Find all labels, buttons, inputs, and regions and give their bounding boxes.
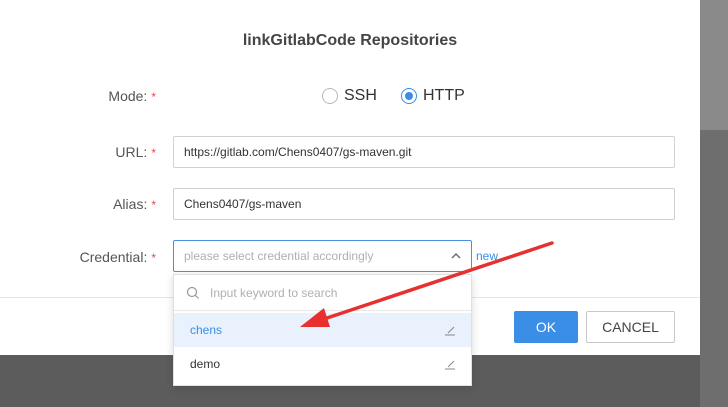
radio-http-label: HTTP [423,87,465,104]
edit-icon[interactable] [443,323,457,337]
edit-icon[interactable] [443,357,457,371]
required-mark: * [151,251,156,265]
search-icon [186,286,199,299]
chevron-up-icon[interactable] [449,249,463,263]
url-input[interactable]: https://gitlab.com/Chens0407/gs-maven.gi… [173,136,675,168]
overlay-backdrop [700,0,728,407]
radio-ssh[interactable]: SSH [322,87,377,105]
credential-dropdown: Input keyword to search chens demo [173,274,472,386]
credential-search-input[interactable]: Input keyword to search [174,275,471,311]
radio-ssh-label: SSH [344,87,377,104]
cancel-button[interactable]: CANCEL [586,311,675,343]
ok-button[interactable]: OK [514,311,578,343]
credential-search-placeholder: Input keyword to search [210,286,338,300]
alias-input[interactable]: Chens0407/gs-maven [173,188,675,220]
url-label-text: URL: [115,144,148,160]
mode-label: Mode: * [6,88,156,104]
radio-http-circle[interactable] [401,88,417,104]
url-label: URL: * [6,144,156,160]
credential-label-text: Credential: [79,249,148,265]
required-mark: * [151,198,156,212]
radio-ssh-circle[interactable] [322,88,338,104]
credential-option-chens[interactable]: chens [174,313,471,347]
required-mark: * [151,90,156,104]
credential-option-label: demo [190,357,221,371]
alias-label-text: Alias: [113,196,148,212]
radio-http[interactable]: HTTP [401,87,465,105]
credential-option-demo[interactable]: demo [174,347,471,381]
alias-label: Alias: * [6,196,156,212]
background-page-edge [700,0,728,130]
credential-select[interactable]: please select credential accordingly [173,240,472,272]
required-mark: * [151,146,156,160]
credential-select-placeholder: please select credential accordingly [184,249,374,263]
credential-label: Credential: * [6,249,156,265]
new-credential-link[interactable]: new [476,249,498,263]
mode-label-text: Mode: [108,88,148,104]
credential-option-label: chens [190,323,223,337]
dialog-title: linkGitlabCode Repositories [242,32,458,49]
